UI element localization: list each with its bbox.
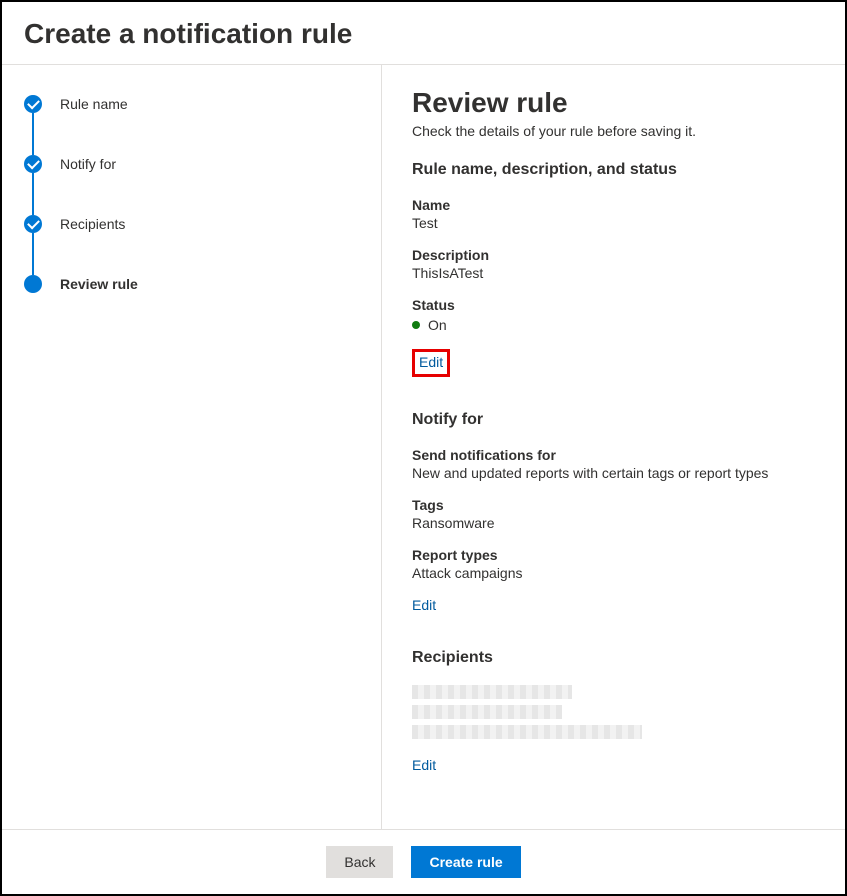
dialog-footer: Back Create rule — [2, 829, 845, 894]
page-subtitle: Check the details of your rule before sa… — [412, 123, 815, 139]
redacted-line — [412, 725, 642, 739]
field-tags: Tags Ransomware — [412, 497, 815, 531]
section-notify-for: Notify for Send notifications for New an… — [412, 411, 815, 615]
back-button[interactable]: Back — [326, 846, 393, 878]
dialog-body: Rule name Notify for Recipients Review r… — [2, 65, 845, 829]
edit-notify-for-link[interactable]: Edit — [412, 597, 436, 613]
section-recipients: Recipients Edit — [412, 649, 815, 775]
check-icon — [24, 95, 42, 113]
check-icon — [24, 155, 42, 173]
dialog-title: Create a notification rule — [2, 2, 845, 65]
current-step-icon — [24, 275, 42, 293]
step-notify-for[interactable]: Notify for — [24, 155, 359, 173]
create-rule-button[interactable]: Create rule — [411, 846, 520, 878]
redacted-line — [412, 685, 572, 699]
field-report-types: Report types Attack campaigns — [412, 547, 815, 581]
step-rule-name[interactable]: Rule name — [24, 95, 359, 113]
step-label: Rule name — [60, 96, 128, 112]
step-recipients[interactable]: Recipients — [24, 215, 359, 233]
wizard-steps: Rule name Notify for Recipients Review r… — [2, 65, 382, 829]
edit-rule-name-link[interactable]: Edit — [419, 354, 443, 371]
review-content: Review rule Check the details of your ru… — [382, 65, 845, 829]
section-heading: Recipients — [412, 649, 815, 667]
create-notification-rule-dialog: Create a notification rule Rule name Not… — [0, 0, 847, 896]
page-title: Review rule — [412, 87, 815, 119]
step-label: Recipients — [60, 216, 125, 232]
edit-recipients-link[interactable]: Edit — [412, 757, 436, 773]
step-label: Notify for — [60, 156, 116, 172]
step-review-rule[interactable]: Review rule — [24, 275, 359, 293]
step-label: Review rule — [60, 276, 138, 292]
recipients-redacted — [412, 685, 815, 739]
section-heading: Rule name, description, and status — [412, 161, 815, 179]
field-send-notifications: Send notifications for New and updated r… — [412, 447, 815, 481]
section-heading: Notify for — [412, 411, 815, 429]
status-on-icon — [412, 321, 420, 329]
field-status: Status On — [412, 297, 815, 333]
field-name: Name Test — [412, 197, 815, 231]
edit-highlight-box: Edit — [412, 349, 450, 377]
section-rule-name: Rule name, description, and status Name … — [412, 161, 815, 377]
field-description: Description ThisIsATest — [412, 247, 815, 281]
check-icon — [24, 215, 42, 233]
redacted-line — [412, 705, 562, 719]
